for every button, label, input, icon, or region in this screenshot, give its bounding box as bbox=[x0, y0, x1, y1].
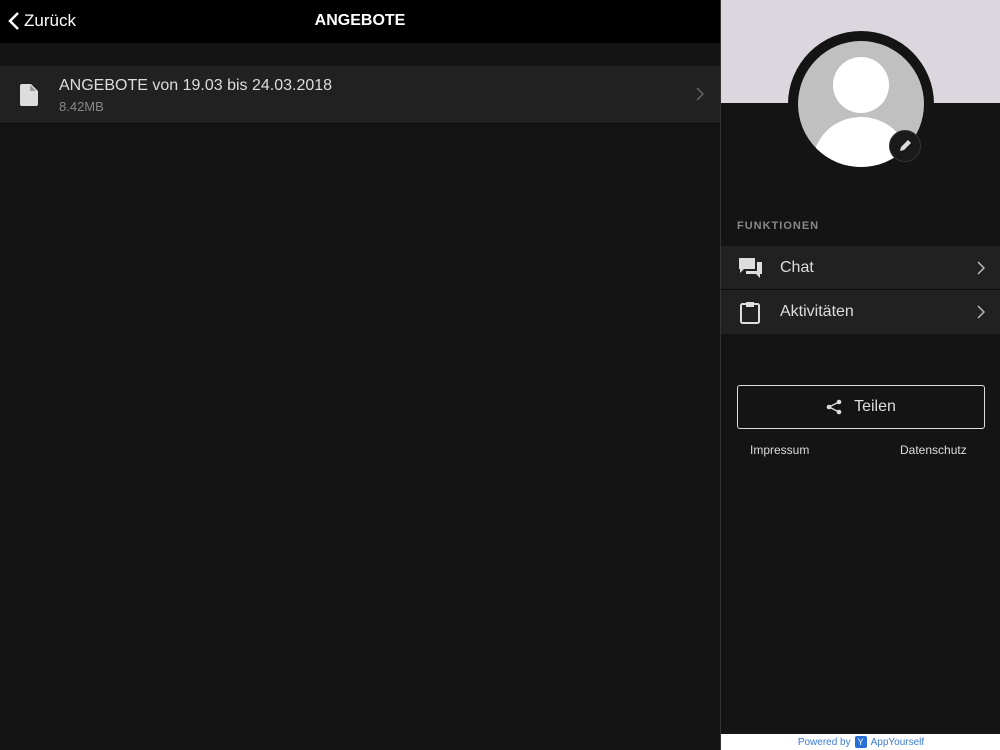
clipboard-icon bbox=[740, 302, 760, 324]
share-icon bbox=[826, 399, 842, 415]
appyourself-logo-icon: Y bbox=[854, 736, 867, 748]
brand-label: AppYourself bbox=[870, 736, 925, 748]
datenschutz-link[interactable]: Datenschutz bbox=[900, 443, 967, 457]
impressum-link[interactable]: Impressum bbox=[750, 443, 809, 457]
sidebar-item-label: Chat bbox=[780, 259, 814, 276]
main-panel: Zurück ANGEBOTE ANGEBOTE von 19.03 bis 2… bbox=[0, 0, 720, 750]
file-list-item[interactable]: ANGEBOTE von 19.03 bis 24.03.2018 8.42MB bbox=[0, 66, 720, 124]
page-title: ANGEBOTE bbox=[314, 12, 406, 29]
sidebar: FUNKTIONEN Chat Aktivitäten Teilen Impre… bbox=[720, 0, 1000, 750]
edit-avatar-button[interactable] bbox=[889, 130, 921, 162]
section-title: FUNKTIONEN bbox=[737, 220, 820, 232]
chevron-right-icon bbox=[696, 87, 704, 101]
file-name: ANGEBOTE von 19.03 bis 24.03.2018 bbox=[59, 77, 333, 94]
share-button[interactable]: Teilen bbox=[737, 385, 985, 429]
sidebar-item-aktivitaeten[interactable]: Aktivitäten bbox=[721, 290, 1000, 334]
sidebar-item-chat[interactable]: Chat bbox=[721, 246, 1000, 290]
document-icon bbox=[20, 84, 38, 106]
sidebar-item-label: Aktivitäten bbox=[780, 303, 854, 320]
powered-by-label: Powered by bbox=[797, 736, 851, 748]
chat-icon bbox=[739, 258, 762, 278]
pencil-icon bbox=[900, 140, 911, 151]
powered-by-footer[interactable]: Powered by Y AppYourself bbox=[721, 734, 1000, 750]
file-size: 8.42MB bbox=[59, 99, 104, 114]
chevron-right-icon bbox=[977, 261, 985, 275]
chevron-right-icon bbox=[977, 305, 985, 319]
top-bar: Zurück ANGEBOTE bbox=[0, 0, 720, 43]
share-label: Teilen bbox=[854, 398, 896, 415]
